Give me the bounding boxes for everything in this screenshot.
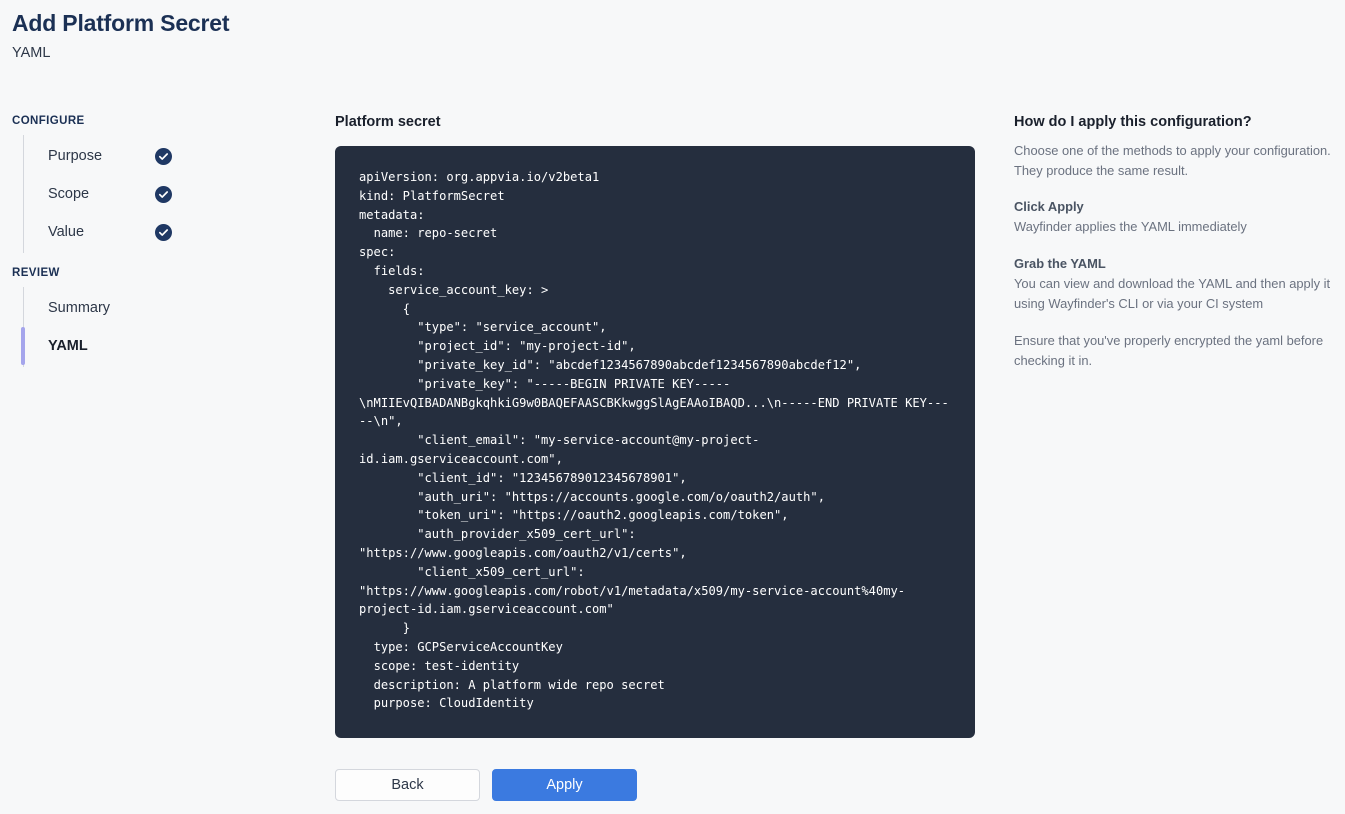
- sidebar-item-label: Value: [48, 224, 85, 240]
- help-panel: How do I apply this configuration? Choos…: [1014, 113, 1336, 387]
- sidebar-item-summary[interactable]: Summary: [24, 289, 312, 327]
- sidebar-group-review: Summary YAML: [21, 287, 312, 367]
- help-section-heading-click-apply: Click Apply: [1014, 199, 1084, 214]
- help-intro-text: Choose one of the methods to apply your …: [1014, 143, 1331, 178]
- add-platform-secret-page: Add Platform Secret YAML CONFIGURE Purpo…: [0, 0, 1345, 814]
- sidebar-item-value[interactable]: Value: [24, 213, 312, 251]
- main-content: Platform secret apiVersion: org.appvia.i…: [335, 113, 975, 750]
- sidebar-item-scope[interactable]: Scope: [24, 175, 312, 213]
- sidebar-item-yaml[interactable]: YAML: [21, 327, 312, 365]
- sidebar-section-review-label: REVIEW: [12, 267, 60, 279]
- check-circle-icon: [155, 185, 172, 203]
- help-section-text-click-apply: Wayfinder applies the YAML immediately: [1014, 219, 1247, 234]
- sidebar-item-label: Summary: [48, 300, 111, 316]
- check-circle-icon: [155, 223, 172, 241]
- wizard-sidebar: CONFIGURE Purpose Scope Value REVIEW Sum…: [12, 113, 312, 367]
- sidebar-item-label: Scope: [48, 186, 90, 202]
- page-title: Add Platform Secret: [12, 10, 230, 36]
- sidebar-item-purpose[interactable]: Purpose: [24, 137, 312, 175]
- help-panel-title: How do I apply this configuration?: [1014, 114, 1252, 130]
- sidebar-section-configure-label: CONFIGURE: [12, 115, 85, 127]
- action-buttons: Back Apply: [335, 769, 637, 801]
- help-section-text-grab-yaml: You can view and download the YAML and t…: [1014, 276, 1331, 311]
- back-button[interactable]: Back: [335, 769, 480, 801]
- page-subtitle: YAML: [12, 45, 51, 61]
- sidebar-group-configure: Purpose Scope Value: [23, 135, 312, 253]
- help-section-heading-grab-yaml: Grab the YAML: [1014, 256, 1106, 271]
- apply-button[interactable]: Apply: [492, 769, 637, 801]
- check-circle-icon: [155, 147, 172, 165]
- page-header: Add Platform Secret YAML: [12, 8, 230, 63]
- sidebar-item-label: YAML: [48, 338, 88, 354]
- help-footer-note: Ensure that you've properly encrypted th…: [1014, 333, 1324, 368]
- platform-secret-label: Platform secret: [335, 114, 441, 130]
- yaml-code-block[interactable]: apiVersion: org.appvia.io/v2beta1 kind: …: [335, 146, 975, 738]
- sidebar-item-label: Purpose: [48, 148, 103, 164]
